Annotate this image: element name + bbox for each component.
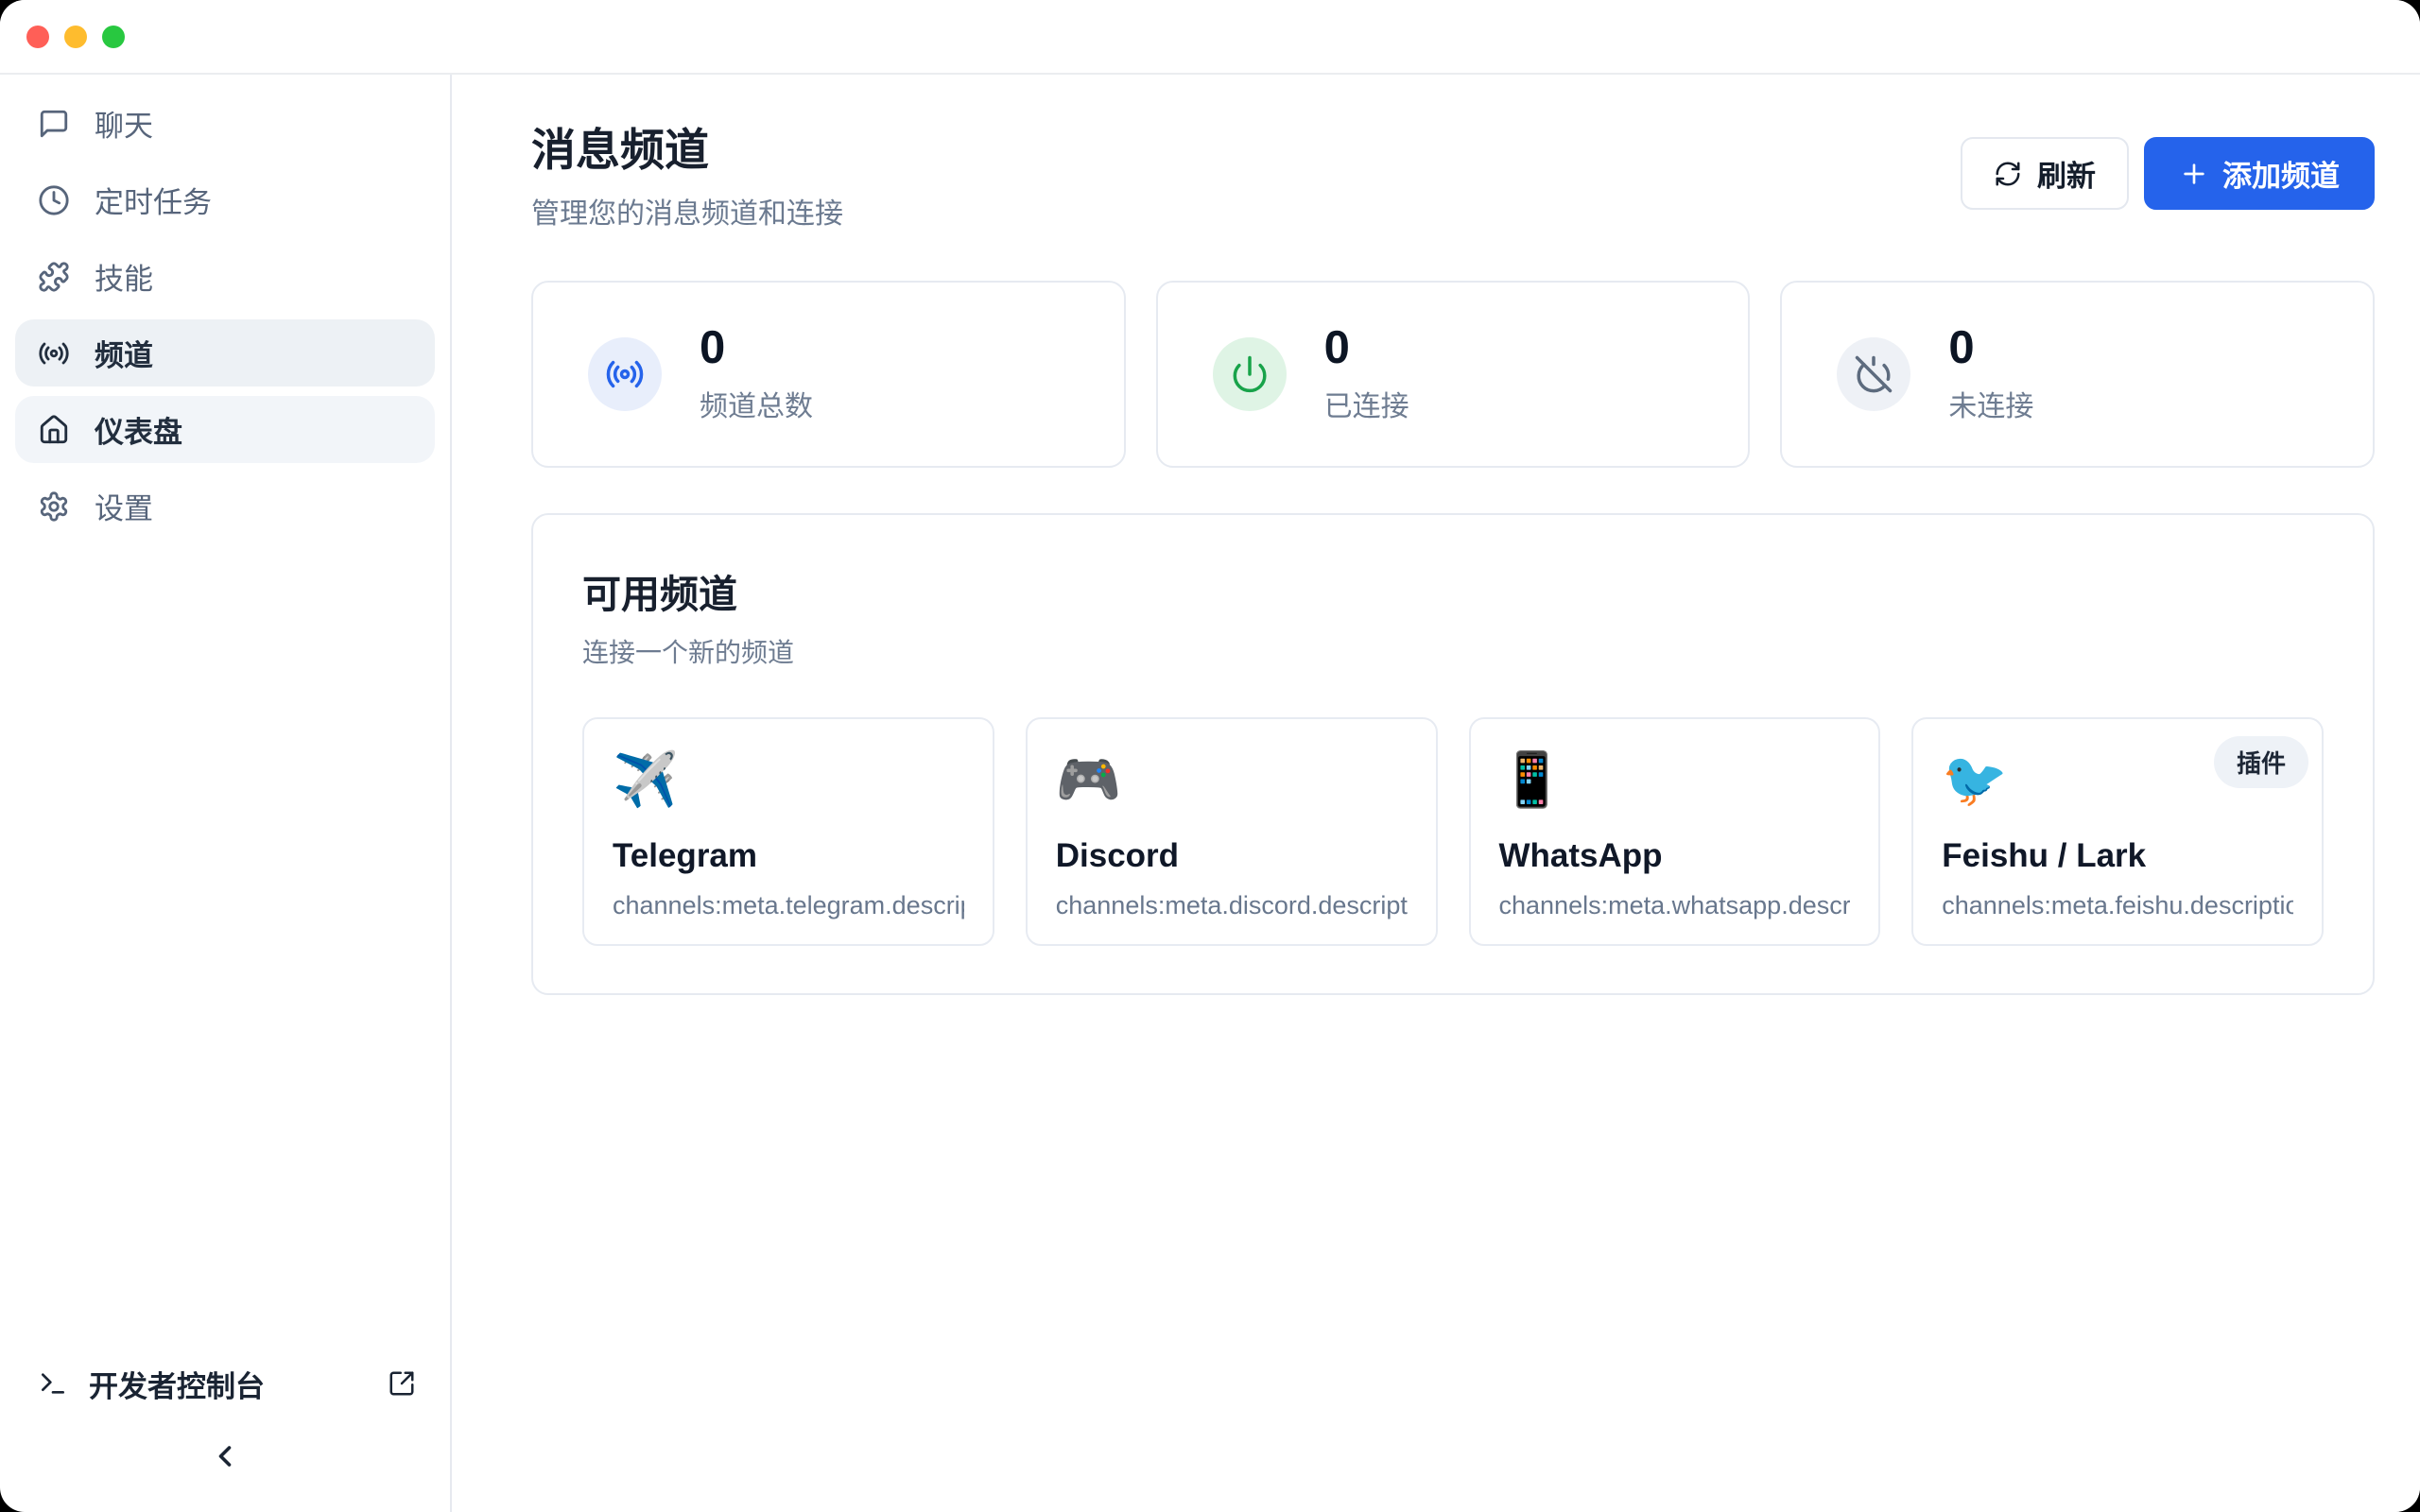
whatsapp-phone-emoji-icon: 📱 — [1499, 749, 1851, 810]
app-window: 聊天 定时任务 技能 频道 仪表盘 设置 — [0, 0, 2420, 1512]
plugin-badge: 插件 — [2214, 736, 2308, 788]
sidebar-item-channels[interactable]: 频道 — [15, 319, 435, 387]
channel-description: channels:meta.telegram.description — [613, 891, 964, 920]
radio-icon — [38, 337, 70, 369]
stat-text: 0 已连接 — [1324, 325, 1409, 424]
stat-card-connected: 0 已连接 — [1156, 281, 1751, 468]
clock-icon — [38, 184, 70, 216]
stat-label: 频道总数 — [700, 383, 813, 424]
refresh-button[interactable]: 刷新 — [1961, 137, 2129, 210]
sidebar-item-skills[interactable]: 技能 — [15, 243, 435, 310]
sidebar-item-label: 技能 — [95, 255, 153, 298]
stat-label: 已连接 — [1324, 383, 1409, 424]
chat-icon — [38, 108, 70, 140]
header-actions: 刷新 添加频道 — [1961, 137, 2375, 210]
sidebar-item-label: 设置 — [95, 485, 153, 527]
add-channel-button-label: 添加频道 — [2222, 152, 2340, 195]
home-icon — [38, 414, 70, 446]
sidebar-item-settings[interactable]: 设置 — [15, 472, 435, 540]
sidebar-item-dashboard[interactable]: 仪表盘 — [15, 396, 435, 463]
sidebar-spacer — [15, 549, 435, 1349]
page-subtitle: 管理您的消息频道和连接 — [531, 190, 843, 232]
sidebar-item-label: 频道 — [95, 332, 153, 374]
sidebar-item-chat[interactable]: 聊天 — [15, 90, 435, 157]
sidebar-item-label: 聊天 — [95, 102, 153, 145]
radio-icon — [605, 354, 645, 394]
channel-description: channels:meta.discord.description — [1056, 891, 1408, 920]
terminal-icon — [38, 1368, 68, 1399]
channel-description: channels:meta.whatsapp.description — [1499, 891, 1851, 920]
titlebar — [0, 0, 2420, 75]
discord-gamepad-emoji-icon: 🎮 — [1056, 749, 1408, 810]
page-header: 消息频道 管理您的消息频道和连接 刷新 添加频道 — [531, 127, 2375, 232]
sidebar: 聊天 定时任务 技能 频道 仪表盘 设置 — [0, 75, 452, 1512]
traffic-lights — [26, 26, 125, 48]
stat-bubble — [1837, 337, 1910, 411]
refresh-icon — [1994, 160, 2022, 188]
sidebar-collapse-row — [15, 1418, 435, 1512]
available-channels-title: 可用频道 — [582, 562, 2324, 619]
developer-console-label: 开发者控制台 — [89, 1363, 367, 1405]
stat-text: 0 未连接 — [1948, 325, 2033, 424]
channel-name: Discord — [1056, 837, 1408, 875]
power-icon — [1230, 354, 1270, 394]
page-header-text: 消息频道 管理您的消息频道和连接 — [531, 127, 843, 232]
available-channels-card: 可用频道 连接一个新的频道 ✈️ Telegram channels:meta.… — [531, 513, 2375, 995]
close-button[interactable] — [26, 26, 49, 48]
channel-name: Telegram — [613, 837, 964, 875]
stat-value: 0 — [1948, 325, 2033, 371]
stat-card-disconnected: 0 未连接 — [1780, 281, 2375, 468]
telegram-airplane-emoji-icon: ✈️ — [613, 749, 964, 810]
stat-bubble — [1213, 337, 1287, 411]
channel-grid: ✈️ Telegram channels:meta.telegram.descr… — [582, 717, 2324, 946]
channel-card-discord[interactable]: 🎮 Discord channels:meta.discord.descript… — [1026, 717, 1438, 946]
channel-description: channels:meta.feishu.description — [1942, 891, 2293, 920]
sidebar-item-label: 仪表盘 — [95, 408, 182, 451]
app-body: 聊天 定时任务 技能 频道 仪表盘 设置 — [0, 75, 2420, 1512]
chevron-left-icon[interactable] — [208, 1439, 242, 1473]
zoom-button[interactable] — [102, 26, 125, 48]
channel-card-telegram[interactable]: ✈️ Telegram channels:meta.telegram.descr… — [582, 717, 994, 946]
plus-icon — [2179, 159, 2209, 189]
stats-row: 0 频道总数 0 已连接 — [531, 281, 2375, 468]
sidebar-item-scheduled-tasks[interactable]: 定时任务 — [15, 166, 435, 233]
stat-label: 未连接 — [1948, 383, 2033, 424]
minimize-button[interactable] — [64, 26, 87, 48]
refresh-button-label: 刷新 — [2037, 152, 2096, 195]
channel-card-whatsapp[interactable]: 📱 WhatsApp channels:meta.whatsapp.descri… — [1469, 717, 1881, 946]
stat-value: 0 — [700, 325, 813, 371]
channel-name: WhatsApp — [1499, 837, 1851, 875]
developer-console-link[interactable]: 开发者控制台 — [15, 1349, 435, 1418]
main-content: 消息频道 管理您的消息频道和连接 刷新 添加频道 — [452, 75, 2420, 1512]
page-title: 消息频道 — [531, 127, 843, 173]
channel-name: Feishu / Lark — [1942, 837, 2293, 875]
power-off-icon — [1854, 354, 1893, 394]
add-channel-button[interactable]: 添加频道 — [2144, 137, 2375, 210]
gear-icon — [38, 490, 70, 523]
stat-bubble — [588, 337, 662, 411]
external-link-icon — [388, 1369, 416, 1398]
channel-card-feishu[interactable]: 插件 🐦 Feishu / Lark channels:meta.feishu.… — [1911, 717, 2324, 946]
sidebar-item-label: 定时任务 — [95, 179, 212, 221]
stat-value: 0 — [1324, 325, 1409, 371]
stat-text: 0 频道总数 — [700, 325, 813, 424]
available-channels-subtitle: 连接一个新的频道 — [582, 632, 2324, 670]
puzzle-icon — [38, 261, 70, 293]
stat-card-total-channels: 0 频道总数 — [531, 281, 1126, 468]
